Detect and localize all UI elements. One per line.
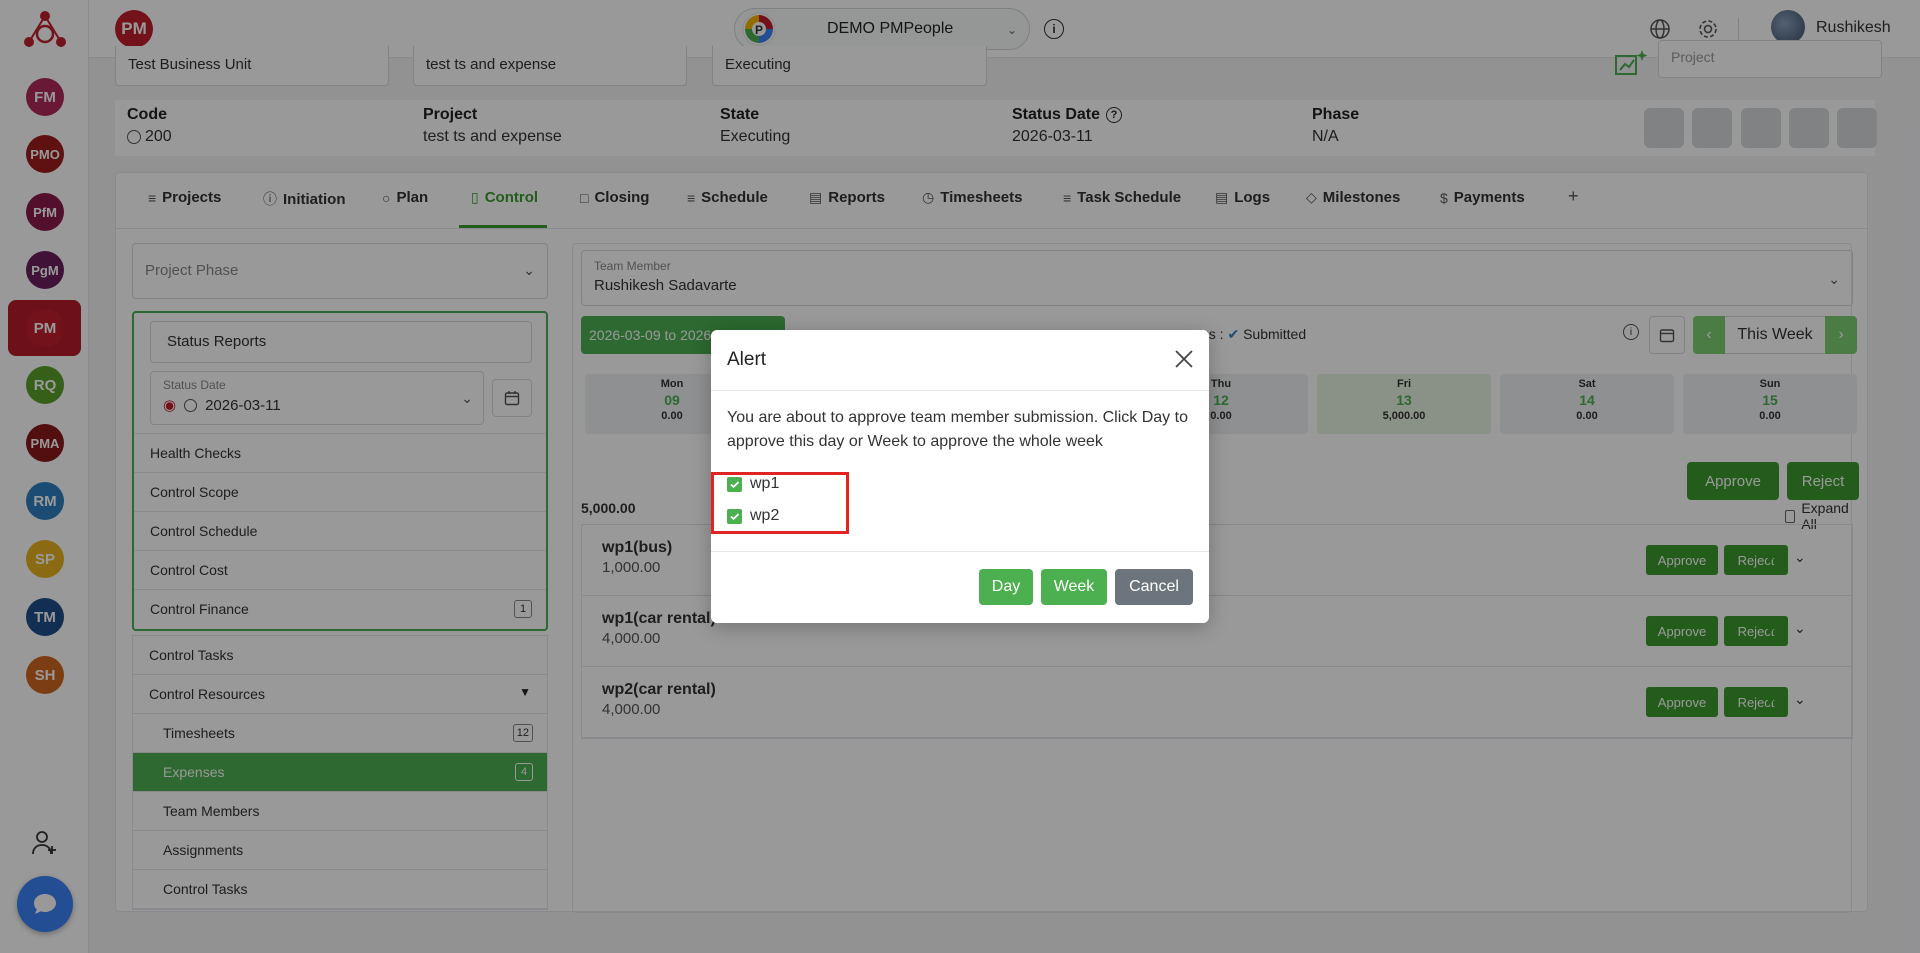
dialog-header: Alert [711,330,1209,391]
cancel-button[interactable]: Cancel [1115,569,1193,605]
checkbox-checked-icon[interactable] [727,476,742,492]
option-label: wp1 [750,475,780,492]
option-wp1[interactable]: wp1 [727,475,779,493]
day-button[interactable]: Day [979,569,1033,605]
option-wp2[interactable]: wp2 [727,507,779,525]
dialog-title: Alert [727,349,767,370]
dialog-message: You are about to approve team member sub… [727,409,1188,450]
option-label: wp2 [750,507,780,524]
checkbox-checked-icon[interactable] [727,508,742,524]
week-button[interactable]: Week [1041,569,1107,605]
alert-dialog: Alert You are about to approve team memb… [711,330,1209,623]
close-icon[interactable] [1173,348,1195,370]
